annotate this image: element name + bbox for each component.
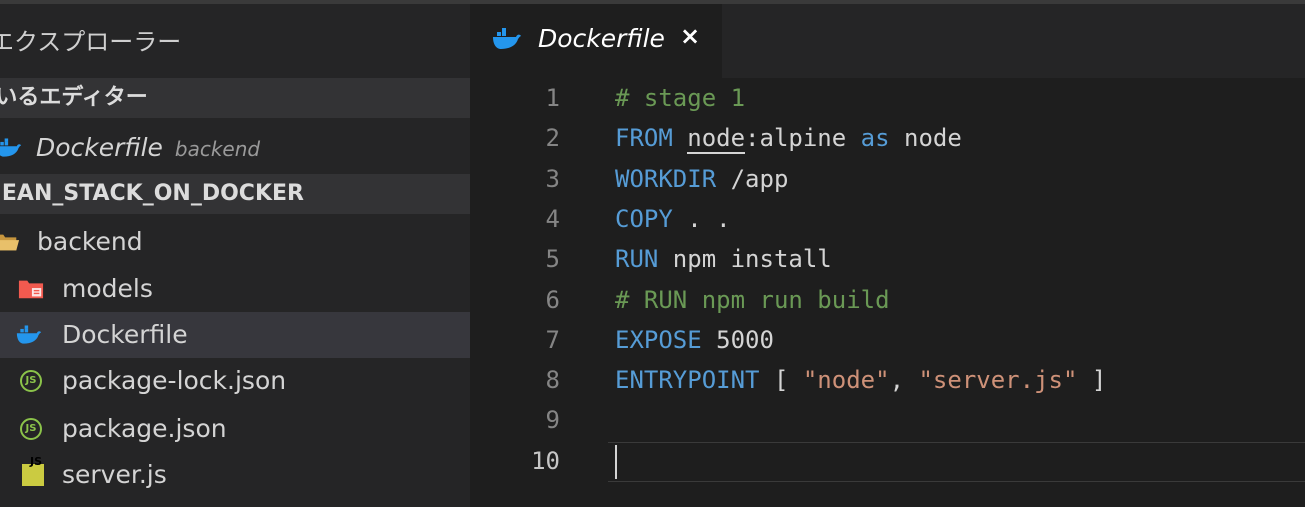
code-token: , [889,366,919,395]
code-line[interactable]: COPY . . [615,199,731,239]
json-icon: JS [18,369,44,393]
code-token: RUN [615,245,659,274]
code-token: ENTRYPOINT [615,366,760,395]
json-icon: JS [18,417,44,441]
code-line[interactable]: EXPOSE 5000 [615,320,774,360]
code-token: EXPOSE [615,325,702,354]
tree-item-server-js[interactable]: JS server.js [0,452,470,498]
code-line[interactable]: RUN npm install [615,239,832,279]
line-number: 8 [545,366,560,395]
code-token: node [889,124,962,153]
open-editor-filename: Dockerfile [36,133,163,162]
close-icon[interactable]: × [680,22,700,50]
project-header[interactable]: MEAN_STACK_ON_DOCKER [0,174,470,214]
tree-item-models[interactable]: models [0,266,470,312]
code-token: COPY [615,204,673,233]
code-line[interactable]: WORKDIR /app [615,159,788,199]
project-label: MEAN_STACK_ON_DOCKER [0,181,304,206]
code-token: [ [759,366,803,395]
code-line[interactable]: # RUN npm run build [615,280,890,320]
text-cursor [615,445,617,479]
code-editor[interactable]: 1 2 3 4 5 6 7 8 9 10 # stage 1 FROM node:alpine as… [470,78,1305,507]
code-line[interactable]: FROM node:alpine as node [615,118,962,158]
code-line[interactable]: # stage 1 [615,78,745,118]
docker-icon [16,323,42,347]
code-token: node [687,124,746,155]
code-token: as [860,124,890,153]
code-token: # RUN npm run build [615,285,890,314]
line-number: 2 [545,124,560,153]
open-editors-header[interactable]: 開いているエディター [0,78,470,118]
line-number: 7 [545,325,560,354]
js-icon: JS [20,455,46,487]
tree-item-label: package.json [62,414,227,443]
code-token: . . [672,204,731,233]
tree-item-backend[interactable]: backend [0,219,470,265]
code-token: FROM [615,124,673,153]
tree-item-package-lock[interactable]: JS package-lock.json [0,358,470,404]
line-number: 5 [545,245,560,274]
code-token: # stage 1 [615,84,746,112]
code-token: 5000 [701,325,774,354]
code-token: "node" [802,366,890,395]
code-token: "server.js" [918,366,1078,395]
tree-item-label: backend [37,227,143,256]
tab-dockerfile[interactable]: Dockerfile × [470,4,722,78]
tree-item-label: models [62,274,153,303]
code-token: ] [1077,366,1107,395]
tree-item-dockerfile[interactable]: Dockerfile [0,312,470,358]
code-token: npm install [658,245,832,274]
code-token: WORKDIR [615,164,717,193]
docker-icon [492,28,522,54]
code-token: :alpine [745,124,861,153]
line-number: 10 [531,446,560,475]
current-line-highlight [608,442,1305,482]
folder-open-icon [0,230,20,254]
tree-item-package-json[interactable]: JS package.json [0,406,470,452]
explorer-sidebar: エクスプローラー 開いているエディター Dockerfile backend ME… [0,4,470,507]
open-editors-label: 開いているエディター [0,85,148,110]
line-number: 3 [545,164,560,193]
docker-icon [0,136,22,160]
tree-item-label: Dockerfile [62,320,188,349]
line-number: 1 [545,84,560,112]
line-number: 6 [545,285,560,314]
open-editor-item-dockerfile[interactable]: Dockerfile backend [0,125,470,171]
line-number: 9 [545,406,560,435]
code-line[interactable]: ENTRYPOINT [ "node", "server.js" ] [615,360,1106,400]
open-editor-folder: backend [174,137,261,161]
tree-item-label: package-lock.json [62,366,287,395]
explorer-title: エクスプローラー [0,28,182,56]
code-token: /app [716,164,789,193]
tab-label: Dockerfile [538,24,665,53]
line-number: 4 [545,204,560,233]
folder-icon [18,277,44,301]
tree-item-label: server.js [62,460,167,489]
editor-tab-bar: Dockerfile × [470,4,1305,78]
